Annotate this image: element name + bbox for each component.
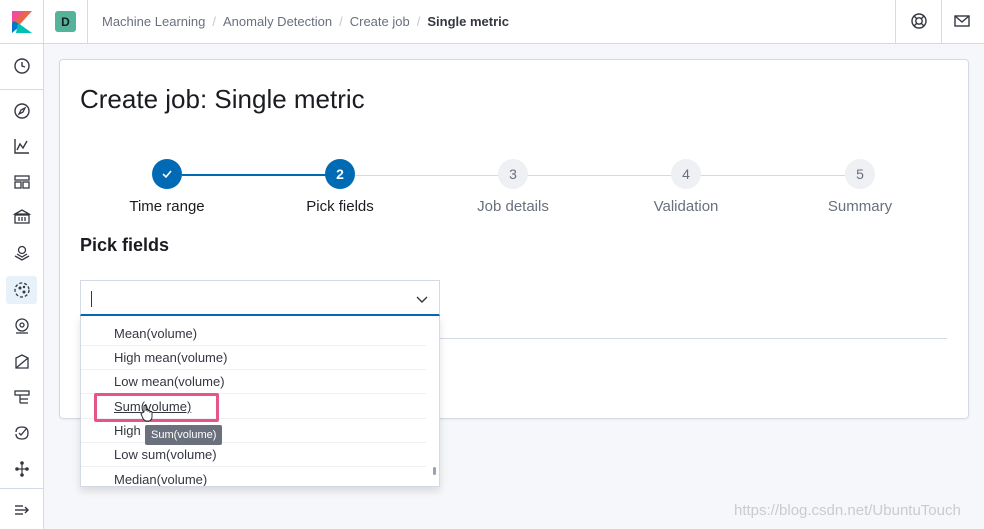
highlight-box bbox=[94, 393, 219, 422]
step-2-label[interactable]: Pick fields bbox=[306, 198, 374, 215]
option-high-sum-volume[interactable]: High bbox=[114, 423, 141, 438]
recent-clock-icon[interactable] bbox=[12, 56, 32, 76]
option-high-mean-volume[interactable]: High mean(volume) bbox=[114, 350, 227, 365]
text-caret bbox=[91, 291, 92, 307]
nav-divider bbox=[0, 488, 43, 489]
step-1-check-icon[interactable] bbox=[152, 159, 182, 189]
help-icon[interactable] bbox=[910, 12, 928, 30]
breadcrumb-machine-learning[interactable]: Machine Learning bbox=[102, 14, 205, 29]
breadcrumb-separator: / bbox=[212, 14, 216, 29]
nav-divider bbox=[0, 89, 43, 90]
graph-icon[interactable] bbox=[12, 459, 32, 479]
option-separator bbox=[81, 442, 426, 443]
horizontal-rule bbox=[440, 338, 947, 339]
step-5-label: Summary bbox=[827, 198, 893, 215]
header-divider bbox=[895, 0, 896, 43]
breadcrumb-create-job[interactable]: Create job bbox=[350, 14, 410, 29]
option-separator bbox=[81, 466, 426, 467]
breadcrumb: Machine Learning / Anomaly Detection / C… bbox=[102, 14, 509, 29]
option-low-sum-volume[interactable]: Low sum(volume) bbox=[114, 447, 217, 462]
header-divider bbox=[87, 0, 88, 43]
machine-learning-icon[interactable] bbox=[12, 280, 32, 300]
option-separator bbox=[81, 369, 426, 370]
option-low-mean-volume[interactable]: Low mean(volume) bbox=[114, 374, 225, 389]
breadcrumb-separator: / bbox=[416, 14, 421, 29]
discover-compass-icon[interactable] bbox=[12, 101, 32, 121]
field-combobox[interactable] bbox=[80, 280, 440, 316]
side-nav bbox=[0, 44, 44, 529]
page-title: Create job: Single metric bbox=[80, 84, 365, 114]
breadcrumb-single-metric: Single metric bbox=[427, 14, 509, 29]
siem-icon[interactable] bbox=[12, 352, 32, 372]
option-median-volume[interactable]: Median(volume) bbox=[114, 472, 207, 486]
breadcrumb-anomaly-detection[interactable]: Anomaly Detection bbox=[223, 14, 332, 29]
canvas-icon[interactable] bbox=[12, 207, 32, 227]
uptime-icon[interactable] bbox=[12, 316, 32, 336]
option-mean-volume[interactable]: Mean(volume) bbox=[114, 326, 197, 341]
option-tooltip: Sum(volume) bbox=[145, 425, 223, 445]
step-2-circle[interactable]: 2 bbox=[325, 159, 355, 189]
watermark: https://blog.csdn.net/UbuntuTouch bbox=[734, 502, 961, 519]
step-5-circle: 5 bbox=[845, 159, 875, 189]
kibana-logo-icon[interactable] bbox=[12, 11, 32, 33]
space-avatar[interactable]: D bbox=[55, 11, 76, 32]
step-3-label: Job details bbox=[477, 198, 549, 215]
header-divider bbox=[43, 0, 44, 43]
visualize-icon[interactable] bbox=[12, 136, 32, 156]
section-title: Pick fields bbox=[80, 235, 170, 255]
dashboard-icon[interactable] bbox=[12, 172, 32, 192]
collapse-nav-icon[interactable] bbox=[12, 500, 32, 520]
step-4-label: Validation bbox=[653, 198, 719, 215]
step-connector bbox=[355, 175, 845, 176]
step-4-circle: 4 bbox=[671, 159, 701, 189]
step-1-label[interactable]: Time range bbox=[129, 198, 204, 215]
option-separator bbox=[81, 345, 426, 346]
breadcrumb-separator: / bbox=[339, 14, 343, 29]
step-3-circle: 3 bbox=[498, 159, 528, 189]
logs-icon[interactable] bbox=[12, 387, 32, 407]
chevron-down-icon[interactable] bbox=[415, 292, 429, 306]
hand-cursor-icon bbox=[140, 405, 153, 422]
maps-icon[interactable] bbox=[12, 243, 32, 263]
scrollbar-thumb[interactable] bbox=[433, 467, 436, 475]
top-header: D Machine Learning / Anomaly Detection /… bbox=[0, 0, 984, 44]
mail-icon[interactable] bbox=[953, 12, 971, 30]
step-connector bbox=[182, 174, 326, 176]
apm-icon[interactable] bbox=[12, 423, 32, 443]
header-divider bbox=[941, 0, 942, 43]
